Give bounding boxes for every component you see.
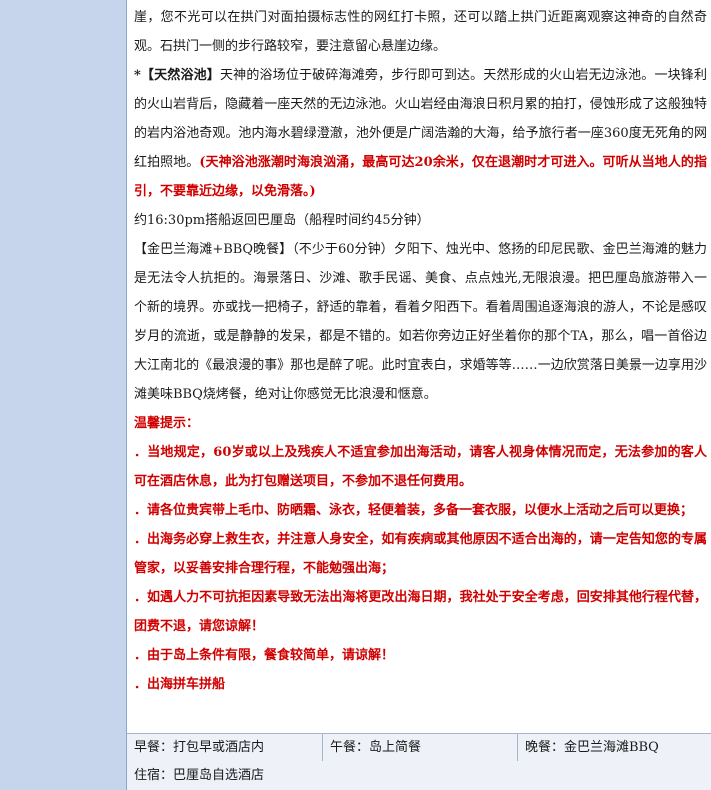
pool-warning: (天神浴池涨潮时海浪汹涌，最高可达20余米，仅在退潮时才可进入。可听从当地人的指… [134, 155, 707, 199]
return-boat-line: 约16:30pm搭船返回巴厘岛（船程时间约45分钟） [134, 213, 430, 228]
tip-item: ．如遇人力不可抗拒因素导致无法出海将更改出海日期，我社处于安全考虑，回安排其他行… [134, 590, 707, 634]
dinner-cell: 晚餐：金巴兰海滩BBQ [517, 734, 711, 761]
itinerary-page: 崖，您不光可以在拱门对面拍摄标志性的网红打卡照，还可以踏上拱门近距离观察这神奇的… [0, 0, 711, 790]
beach-paragraph: 【金巴兰海滩+BBQ晚餐】（不少于60分钟）夕阳下、烛光中、悠扬的印尼民歌、金巴… [134, 242, 707, 402]
lunch-cell: 午餐：岛上简餐 [322, 734, 517, 761]
accommodation-row: 住宿：巴厘岛自选酒店 [127, 761, 711, 790]
tip-item: ．出海务必穿上救生衣，并注意人身安全，如有疾病或其他原因不适合出海的，请一定告知… [134, 532, 707, 576]
day-label-column [0, 0, 127, 790]
tip-item: ．由于岛上条件有限，餐食较简单，请谅解！ [134, 648, 395, 663]
itinerary-content: 崖，您不光可以在拱门对面拍摄标志性的网红打卡照，还可以踏上拱门近距离观察这神奇的… [127, 0, 711, 733]
meals-row: 早餐：打包早或酒店内 午餐：岛上简餐 晚餐：金巴兰海滩BBQ [127, 733, 711, 762]
pool-title: 【天然浴池】 [140, 68, 220, 83]
breakfast-cell: 早餐：打包早或酒店内 [134, 740, 265, 755]
pool-bullet: * [134, 68, 141, 83]
tip-item: ．当地规定，60岁或以上及残疾人不适宜参加出海活动，请客人视身体情况而定，无法参… [134, 445, 707, 489]
intro-paragraph: 崖，您不光可以在拱门对面拍摄标志性的网红打卡照，还可以踏上拱门近距离观察这神奇的… [134, 10, 707, 54]
tip-item: ．出海拼车拼船 [134, 677, 226, 692]
tip-item: ．请各位贵宾带上毛巾、防晒霜、泳衣，轻便着装，多备一套衣服，以便水上活动之后可以… [134, 503, 694, 518]
pool-paragraph: *【天然浴池】天神的浴场位于破碎海滩旁，步行即可到达。天然形成的火山岩无边泳池。… [134, 61, 711, 206]
tips-title: 温馨提示： [134, 416, 200, 431]
